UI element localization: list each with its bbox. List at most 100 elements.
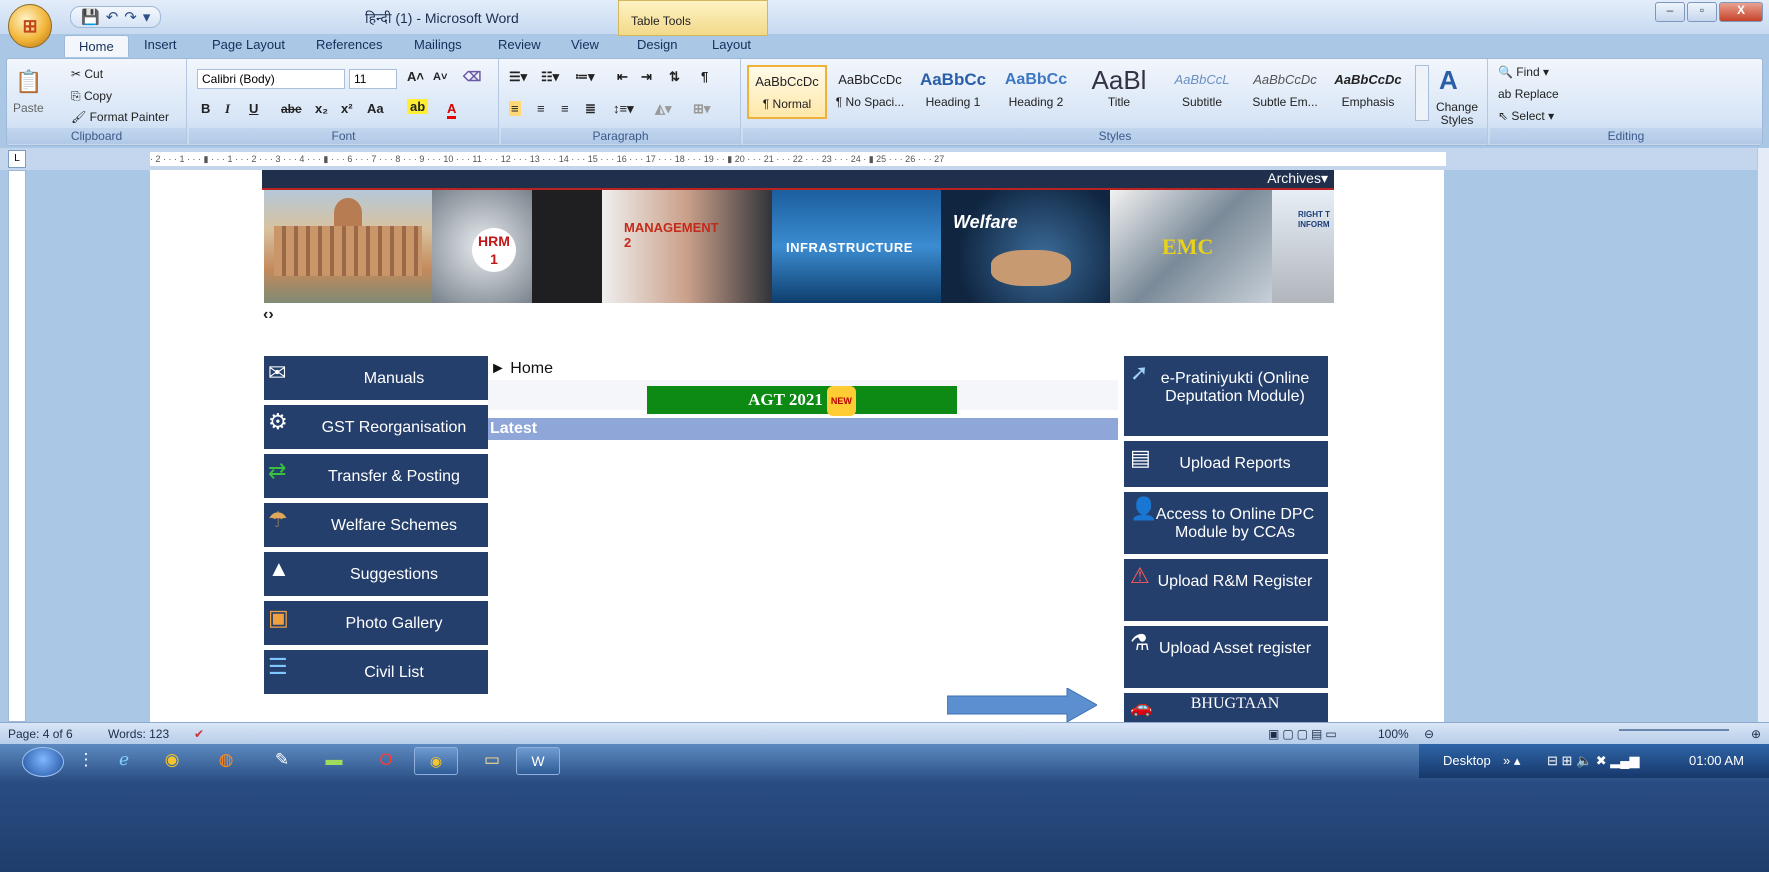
clock[interactable]: 01:00 AM [1689,753,1744,768]
bullets-icon[interactable]: ☰▾ [509,69,527,85]
highlight-button[interactable]: ab [407,99,429,114]
underline-button[interactable]: U [249,101,258,116]
align-right-icon[interactable]: ≡ [561,101,569,116]
style-emphasis[interactable]: AaBbCcDc Emphasis [1328,65,1408,119]
copy-button[interactable]: ⎘ Copy [71,89,112,104]
view-buttons-icon[interactable]: ▣▢▢▤▭ [1268,727,1340,741]
styles-scroll[interactable] [1415,65,1429,121]
increase-indent-icon[interactable]: ⇥ [641,69,652,85]
menu-online-dpc[interactable]: 👤 Access to Online DPC Module by CCAs [1124,492,1328,554]
format-painter-button[interactable]: 🖌 Format Painter [71,110,169,124]
zoom-slider[interactable] [1619,729,1729,739]
close-button[interactable]: X [1719,2,1763,22]
cut-button[interactable]: ✂ Cut [71,67,103,81]
redo-icon[interactable]: ↷ [124,8,137,26]
document-page[interactable]: Archives▾ HRM 1 MANAGEMENT 2 INFRASTRUCTUR… [150,170,1444,722]
tab-insert[interactable]: Insert [144,37,177,52]
office-button[interactable]: ⊞ [8,4,52,48]
paste-button[interactable]: Paste [13,101,44,115]
undo-icon[interactable]: ↶ [106,8,119,26]
shrink-font-button[interactable]: A˅ [433,71,447,83]
decrease-indent-icon[interactable]: ⇤ [617,69,628,85]
font-size-select[interactable]: 11 [349,69,397,89]
align-center-icon[interactable]: ≡ [537,101,545,116]
style-heading-1[interactable]: AaBbCc Heading 1 [913,65,993,119]
zoom-level[interactable]: 100% [1378,727,1409,741]
desktop-toolbar[interactable]: Desktop [1443,753,1491,768]
style-subtitle[interactable]: AaBbCcL Subtitle [1162,65,1242,119]
menu-civil-list[interactable]: ☰ Civil List [264,650,488,694]
change-case-button[interactable]: Aa [367,101,384,116]
minimize-button[interactable]: – [1655,2,1685,22]
tab-references[interactable]: References [316,37,382,52]
line-spacing-icon[interactable]: ↕≡▾ [613,101,634,117]
tab-mailings[interactable]: Mailings [414,37,462,52]
find-button[interactable]: 🔍 Find ▾ [1498,65,1549,79]
shading-icon[interactable]: ◭▾ [655,101,672,117]
chrome-icon[interactable]: ◉ [160,750,184,772]
chrome-task-button[interactable]: ◉ [414,747,458,775]
menu-e-pratiniyukti[interactable]: ➚ e-Pratiniyukti (Online Deputation Modul… [1124,356,1328,436]
style-title[interactable]: AaBl Title [1079,65,1159,119]
font-name-select[interactable]: Calibri (Body) [197,69,345,89]
bold-button[interactable]: B [201,101,210,116]
numbering-icon[interactable]: ☷▾ [541,69,559,85]
opera-icon[interactable]: O [374,750,398,772]
tab-design[interactable]: Design [637,37,677,52]
archives-link[interactable]: Archives▾ [1267,170,1328,187]
tab-selector[interactable]: L [8,150,26,168]
grow-font-button[interactable]: A˄ [407,69,424,84]
style-no-spacing[interactable]: AaBbCcDc ¶ No Spaci... [830,65,910,119]
zoom-in-icon[interactable]: ⊕ [1751,727,1761,741]
maximize-button[interactable]: ▫ [1687,2,1717,22]
sort-icon[interactable]: ⇅ [669,69,680,85]
vertical-ruler[interactable] [8,170,26,722]
agt-banner[interactable]: AGT 2021 NEW [647,386,957,417]
multilevel-list-icon[interactable]: ≔▾ [575,69,595,85]
align-left-icon[interactable]: ≡ [509,101,521,116]
font-color-button[interactable]: A [447,101,457,119]
ie-icon[interactable]: ℯ [112,750,136,772]
folder-icon[interactable]: ▭ [480,750,504,772]
menu-suggestions[interactable]: ▲ Suggestions [264,552,488,596]
customize-icon[interactable]: ▾ [143,8,151,26]
superscript-button[interactable]: x² [341,101,353,116]
word-count[interactable]: Words: 123 [108,727,169,741]
style-heading-2[interactable]: AaBbCc Heading 2 [996,65,1076,119]
menu-upload-asset-register[interactable]: ⚗ Upload Asset register [1124,626,1328,688]
horizontal-ruler[interactable]: · 2 · · · 1 · · · ▮ · · · 1 · · · 2 · · … [150,152,1446,166]
zoom-out-icon[interactable]: ⊖ [1424,727,1434,741]
firefox-icon[interactable]: ◍ [214,750,238,772]
save-icon[interactable]: 💾 [81,8,100,26]
menu-upload-rm-register[interactable]: ⚠ Upload R&M Register [1124,559,1328,621]
select-button[interactable]: ⇖ Select ▾ [1498,109,1554,123]
strikethrough-button[interactable]: abe [281,102,302,116]
change-styles-button[interactable]: Change Styles [1431,101,1483,127]
tab-review[interactable]: Review [498,37,541,52]
vertical-scrollbar[interactable] [1757,148,1769,722]
menu-photo-gallery[interactable]: ▣ Photo Gallery [264,601,488,645]
menu-transfer-posting[interactable]: ⇄ Transfer & Posting [264,454,488,498]
page-count[interactable]: Page: 4 of 6 [8,727,73,741]
word-task-button[interactable]: W [516,747,560,775]
app-icon[interactable]: ▬ [322,750,346,772]
menu-bhugtaan[interactable]: 🚗 BHUGTAAN [1124,693,1328,722]
network-icons[interactable]: ⊟ ⊞ 🔈 ✖ ▂▄▆ [1547,753,1640,769]
breadcrumb[interactable]: ► Home [490,360,553,378]
italic-button[interactable]: I [225,101,230,117]
menu-welfare-schemes[interactable]: ☂ Welfare Schemes [264,503,488,547]
proofing-icon[interactable]: ✔ [194,727,204,741]
menu-upload-reports[interactable]: ▤ Upload Reports [1124,441,1328,487]
justify-icon[interactable]: ≣ [585,101,596,117]
replace-button[interactable]: ab Replace [1498,87,1559,101]
style-normal[interactable]: AaBbCcDc ¶ Normal [747,65,827,119]
tab-page-layout[interactable]: Page Layout [212,37,285,52]
tab-home[interactable]: Home [64,35,129,57]
borders-icon[interactable]: ⊞▾ [693,101,710,117]
tray-expand-icon[interactable]: » ▴ [1503,753,1520,769]
carousel-arrows[interactable]: ‹› [263,306,274,324]
style-subtle-emphasis[interactable]: AaBbCcDc Subtle Em... [1245,65,1325,119]
menu-gst-reorganisation[interactable]: ⚙ GST Reorganisation [264,405,488,449]
tab-view[interactable]: View [571,37,599,52]
tab-layout[interactable]: Layout [712,37,751,52]
